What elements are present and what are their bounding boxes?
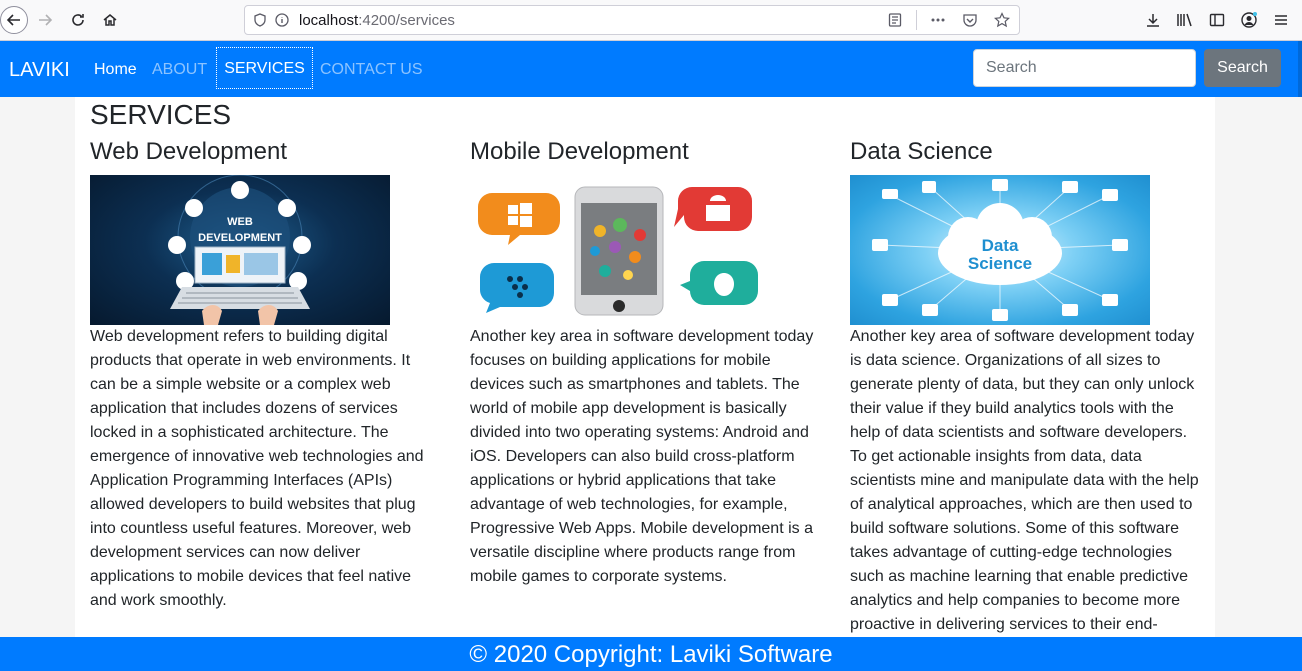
mobile-development-image (470, 175, 770, 325)
service-heading: Data Science (850, 138, 993, 165)
scrollbar-edge (1298, 41, 1302, 97)
copyright-text: © 2020 Copyright: Laviki Software (469, 641, 833, 668)
home-button[interactable] (96, 6, 124, 34)
reload-button[interactable] (64, 6, 92, 34)
page-footer: © 2020 Copyright: Laviki Software (0, 637, 1302, 671)
search-input[interactable] (973, 49, 1196, 87)
pocket-icon[interactable] (959, 9, 981, 31)
browser-toolbar: localhost:4200/services (0, 0, 1302, 41)
search-button[interactable]: Search (1204, 49, 1281, 87)
arrow-right-icon (39, 14, 53, 26)
service-card-data-science: Data Science Data Science Another key ar… (850, 137, 1200, 637)
service-description: Another key area in software development… (470, 328, 814, 585)
image-caption-line2: DEVELOPMENT (198, 232, 282, 244)
web-development-image: WEB DEVELOPMENT (90, 175, 390, 325)
home-icon (103, 14, 117, 26)
url-text: localhost:4200/services (299, 12, 455, 29)
nav-link-home[interactable]: Home (94, 61, 137, 79)
url-host: localhost (299, 11, 359, 29)
service-description: Web development refers to building digit… (90, 328, 424, 609)
data-science-illustration: Data Science (872, 179, 1128, 321)
sidebar-icon[interactable] (1206, 6, 1228, 34)
mobile-development-illustration (478, 186, 758, 316)
account-icon[interactable] (1238, 6, 1260, 34)
forward-button[interactable] (31, 6, 59, 34)
service-description: Another key area of software development… (850, 328, 1199, 633)
services-container: SERVICES Web Development WEB DEVELOPMENT (75, 97, 1215, 637)
image-caption-line1: WEB (227, 216, 253, 228)
library-icon[interactable] (1174, 6, 1196, 34)
info-icon[interactable] (271, 9, 293, 31)
arrow-left-icon (6, 14, 20, 26)
more-actions-icon[interactable] (927, 9, 949, 31)
service-card-mobile: Mobile Development Another key area in s… (470, 137, 820, 589)
data-science-image: Data Science (850, 175, 1150, 325)
back-button[interactable] (0, 6, 28, 34)
service-heading: Web Development (90, 138, 287, 165)
image-caption-line2: Science (968, 254, 1032, 273)
address-bar[interactable]: localhost:4200/services (244, 5, 1020, 35)
nav-link-about[interactable]: ABOUT (152, 61, 207, 79)
page-title: SERVICES (90, 99, 232, 130)
menu-icon[interactable] (1270, 6, 1292, 34)
divider (916, 10, 917, 30)
reader-view-icon[interactable] (884, 9, 906, 31)
bookmark-star-icon[interactable] (991, 9, 1013, 31)
service-card-web: Web Development WEB DEVELOPMENT Web deve… (90, 137, 440, 613)
shield-icon[interactable] (249, 9, 271, 31)
service-heading: Mobile Development (470, 138, 689, 165)
brand-logo[interactable]: LAVIKI (9, 59, 70, 82)
reload-icon (72, 14, 84, 26)
nav-link-services[interactable]: SERVICES (216, 47, 313, 89)
url-path: :4200/services (358, 11, 455, 29)
image-caption-line1: Data (982, 236, 1019, 255)
main-navbar: LAVIKI Home ABOUT SERVICES CONTACT US Se… (0, 41, 1302, 97)
web-development-illustration: WEB DEVELOPMENT (168, 175, 311, 325)
nav-link-contact[interactable]: CONTACT US (320, 61, 423, 79)
download-icon[interactable] (1142, 6, 1164, 34)
